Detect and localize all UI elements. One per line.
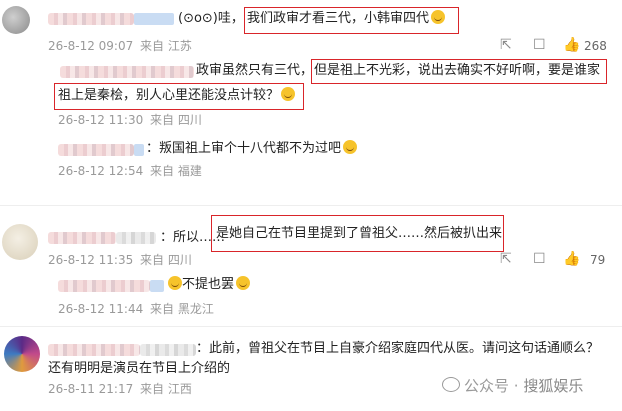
like-count: 79 [590, 253, 606, 267]
reply-text: 政审虽然只有三代， [196, 63, 314, 78]
divider [0, 205, 622, 206]
emoji-icon [236, 276, 251, 290]
reply-time: 26-8-12 11:44 [58, 302, 144, 316]
laughing-emoji-icon [431, 10, 446, 24]
reply-text: 不提也罢 [166, 276, 251, 294]
watermark-name: 搜狐娱乐 [523, 377, 584, 395]
username-blurred[interactable] [48, 13, 134, 25]
reply-location: 来自 福建 [150, 164, 202, 178]
divider [0, 326, 622, 327]
reply-location: 来自 四川 [150, 113, 202, 127]
username-badge-blurred [134, 13, 174, 25]
reply-text-highlight: 但是祖上不光彩，说出去确实不好听啊，要是谁家 [314, 63, 601, 78]
comment-text: 我们政审才看三代，小韩审四代 [247, 10, 446, 28]
reply-username-blurred[interactable] [58, 144, 134, 156]
forward-icon[interactable]: ⇱ [500, 251, 512, 267]
avatar[interactable] [4, 336, 40, 372]
watermark-prefix: 公众号 · [464, 377, 524, 395]
username-badge-blurred [150, 280, 164, 292]
watermark: 公众号 · 搜狐娱乐 [442, 375, 583, 396]
like-count: 268 [584, 39, 607, 53]
thumbs-up-icon[interactable]: 👍 [563, 37, 580, 53]
comment-icon[interactable]: ☐ [533, 37, 546, 53]
comment-time: 26-8-12 11:35 [48, 253, 134, 267]
forward-icon[interactable]: ⇱ [500, 37, 512, 53]
username-blurred[interactable] [48, 232, 116, 244]
emoji-icon [168, 276, 182, 290]
comment-text: 还有明明是演员在节目上介绍的 [48, 361, 231, 376]
reply-username-blurred[interactable] [58, 280, 150, 292]
reply-time: 26-8-12 12:54 [58, 164, 144, 178]
comment-icon[interactable]: ☐ [533, 251, 546, 267]
comment-text-prefix: (⊙o⊙)哇， [178, 11, 244, 26]
emoji-icon [343, 140, 358, 154]
username-badge-blurred [116, 232, 156, 244]
comment-location: 来自 四川 [140, 253, 192, 267]
comment-location: 来自 江西 [140, 382, 192, 396]
comment-time: 26-8-11 21:17 [48, 382, 134, 396]
reply-location: 来自 黑龙江 [150, 302, 214, 316]
avatar[interactable] [2, 224, 38, 260]
username-badge-blurred [140, 344, 196, 356]
thumbs-up-icon[interactable]: 👍 [563, 251, 580, 267]
username-blurred[interactable] [48, 344, 140, 356]
emoji-icon [281, 87, 296, 101]
reply-time: 26-8-12 11:30 [58, 113, 144, 127]
comment-text: ：此前，曾祖父在节目上自豪介绍家庭四代从医。请问这句话通顺么？ [196, 341, 600, 356]
reply-text: ：叛国祖上审个十八代都不为过吧 [146, 140, 358, 158]
avatar[interactable] [2, 6, 30, 34]
reply-username-blurred[interactable] [60, 66, 194, 78]
comment-text-highlight: 是她自己在节目里提到了曾祖父……然后被扒出来 [216, 226, 503, 241]
reply-text-highlight: 祖上是秦桧，别人心里还能没点计较？ [58, 87, 296, 105]
comment-location: 来自 江苏 [140, 39, 192, 53]
comment-time: 26-8-12 09:07 [48, 39, 134, 53]
username-badge-blurred [134, 144, 144, 156]
wechat-icon [442, 377, 460, 392]
